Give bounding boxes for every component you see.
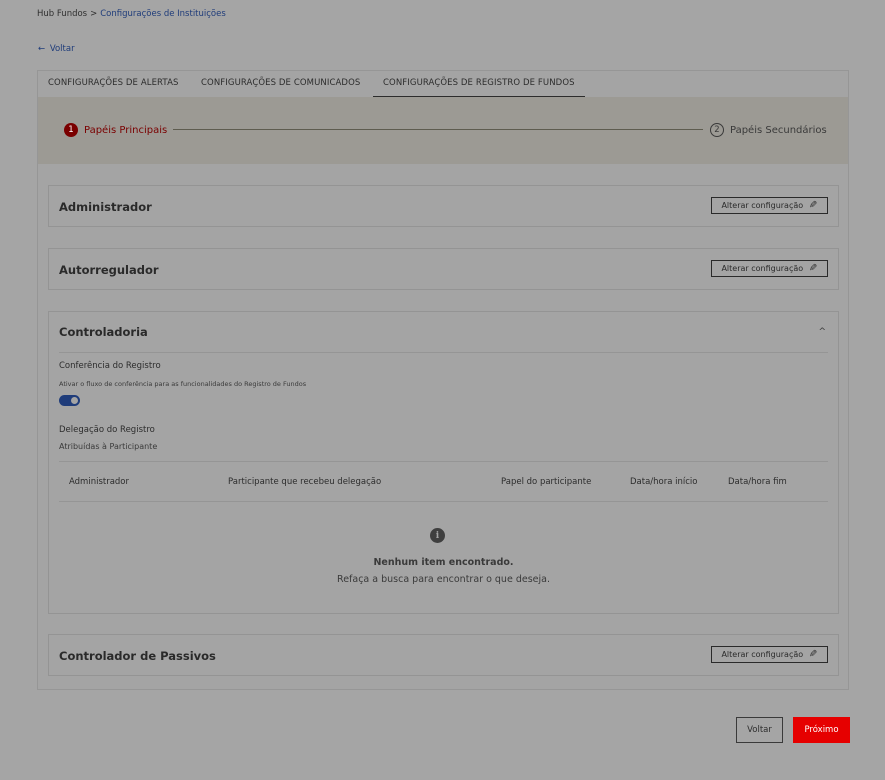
breadcrumb: Hub Fundos > Configurações de Instituições bbox=[37, 9, 226, 19]
toggle-knob bbox=[71, 397, 78, 404]
card-title: Controladoria bbox=[59, 325, 148, 339]
divider bbox=[59, 352, 828, 353]
pencil-icon: ✎ bbox=[809, 649, 818, 660]
arrow-left-icon: ← bbox=[38, 44, 46, 54]
stepper: 1 Papéis Principais 2 Papéis Secundários bbox=[38, 97, 848, 164]
tab-bar: CONFIGURAÇÕES DE ALERTAS CONFIGURAÇÕES D… bbox=[38, 71, 848, 97]
card-controladoria: Controladoria ^ Conferência do Registro … bbox=[48, 311, 839, 614]
voltar-button[interactable]: Voltar bbox=[736, 717, 783, 743]
settings-panel: CONFIGURAÇÕES DE ALERTAS CONFIGURAÇÕES D… bbox=[37, 70, 849, 690]
chevron-up-icon[interactable]: ^ bbox=[818, 327, 826, 337]
alterar-configuracao-button[interactable]: Alterar configuração ✎ bbox=[711, 197, 828, 214]
button-label: Alterar configuração bbox=[721, 264, 804, 273]
column-header-papel[interactable]: Papel do participante bbox=[501, 477, 591, 487]
card-autorregulador: Autorregulador Alterar configuração ✎ bbox=[48, 248, 839, 290]
conferencia-title: Conferência do Registro bbox=[59, 361, 161, 371]
proximo-button[interactable]: Próximo bbox=[793, 717, 850, 743]
delegacao-title: Delegação do Registro bbox=[59, 425, 155, 435]
empty-state-title: Nenhum item encontrado. bbox=[373, 557, 514, 568]
alterar-configuracao-button[interactable]: Alterar configuração ✎ bbox=[711, 646, 828, 663]
column-header-participante[interactable]: Participante que recebeu delegação bbox=[228, 477, 381, 487]
card-administrador: Administrador Alterar configuração ✎ bbox=[48, 185, 839, 227]
breadcrumb-separator: > bbox=[90, 9, 98, 19]
empty-state-description: Refaça a busca para encontrar o que dese… bbox=[337, 574, 550, 585]
column-header-data-fim[interactable]: Data/hora fim bbox=[728, 477, 787, 487]
delegacao-description: Atribuídas à Participante bbox=[59, 442, 158, 451]
table-header-divider bbox=[59, 501, 828, 502]
back-link-label: Voltar bbox=[49, 44, 75, 54]
button-label: Alterar configuração bbox=[721, 201, 804, 210]
step-label: Papéis Principais bbox=[84, 124, 168, 136]
step-number: 2 bbox=[710, 123, 724, 137]
step-label: Papéis Secundários bbox=[730, 124, 827, 136]
card-title: Autorregulador bbox=[59, 263, 159, 277]
card-title: Controlador de Passivos bbox=[59, 649, 216, 663]
step-connector bbox=[173, 129, 703, 130]
pencil-icon: ✎ bbox=[809, 263, 818, 274]
back-link[interactable]: ← Voltar bbox=[38, 44, 75, 54]
column-header-data-inicio[interactable]: Data/hora início bbox=[630, 477, 698, 487]
conferencia-toggle[interactable] bbox=[59, 395, 80, 406]
step-number: 1 bbox=[64, 123, 78, 137]
tab-alertas[interactable]: CONFIGURAÇÕES DE ALERTAS bbox=[38, 71, 188, 97]
tab-comunicados[interactable]: CONFIGURAÇÕES DE COMUNICADOS bbox=[191, 71, 370, 97]
table-top-divider bbox=[59, 461, 828, 462]
card-controlador-passivos: Controlador de Passivos Alterar configur… bbox=[48, 634, 839, 676]
breadcrumb-root[interactable]: Hub Fundos bbox=[37, 9, 87, 19]
pencil-icon: ✎ bbox=[809, 200, 818, 211]
card-title: Administrador bbox=[59, 200, 152, 214]
step-papeis-secundarios[interactable]: 2 Papéis Secundários bbox=[710, 123, 827, 137]
step-papeis-principais[interactable]: 1 Papéis Principais bbox=[64, 123, 167, 137]
column-header-administrador[interactable]: Administrador bbox=[69, 477, 129, 487]
button-label: Alterar configuração bbox=[721, 650, 804, 659]
conferencia-description: Ativar o fluxo de conferência para as fu… bbox=[59, 380, 307, 388]
breadcrumb-current[interactable]: Configurações de Instituições bbox=[100, 9, 226, 19]
alterar-configuracao-button[interactable]: Alterar configuração ✎ bbox=[711, 260, 828, 277]
tab-registro-fundos[interactable]: CONFIGURAÇÕES DE REGISTRO DE FUNDOS bbox=[373, 71, 585, 97]
info-icon: i bbox=[430, 528, 445, 543]
